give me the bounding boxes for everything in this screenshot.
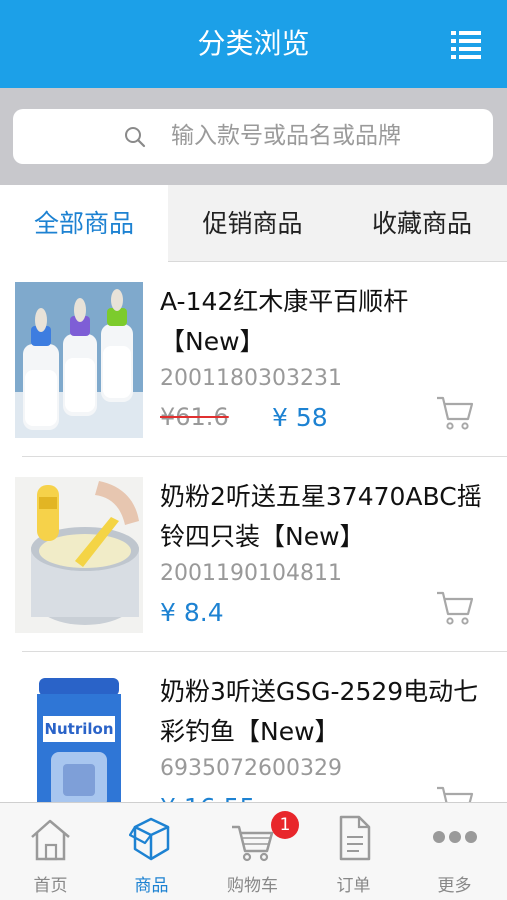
page-title: 分类浏览 — [197, 27, 310, 60]
add-to-cart-icon[interactable] — [435, 782, 475, 802]
product-name[interactable]: 奶粉3听送GSG-2529电动七彩钓鱼【New】 — [160, 672, 490, 752]
tabbar-label: 购物车 — [227, 876, 278, 896]
product-list[interactable]: A-142红木康平百顺杆【New】 2001180303231 ¥61.6 ¥ … — [0, 262, 507, 802]
bottom-tab-bar: 首页 商品 购物车 订单 更多 — [0, 802, 507, 900]
more-dots-icon — [433, 831, 477, 843]
tabbar-more[interactable]: 更多 — [404, 803, 505, 900]
box-icon — [129, 817, 170, 861]
document-icon — [339, 815, 371, 861]
product-image-baby-bottles[interactable] — [15, 282, 143, 438]
search-placeholder: 输入款号或品名或品牌 — [171, 123, 401, 149]
product-code: 2001180303231 — [160, 366, 342, 391]
add-to-cart-icon[interactable] — [435, 392, 475, 432]
tabbar-home[interactable]: 首页 — [0, 803, 101, 900]
sale-price: ¥ 58 — [272, 403, 328, 432]
tab-favorites[interactable]: 收藏商品 — [337, 185, 507, 262]
list-item[interactable]: Nutrilon 奶粉3听送GSG-2529电动七彩钓鱼【New】 693507… — [0, 652, 507, 802]
tabbar-products[interactable]: 商品 — [101, 803, 202, 900]
original-price: ¥61.6 — [160, 403, 229, 431]
add-to-cart-icon[interactable] — [435, 587, 475, 627]
tabbar-orders[interactable]: 订单 — [303, 803, 404, 900]
cart-count-badge: 1 — [271, 811, 299, 839]
product-code: 6935072600329 — [160, 756, 342, 781]
product-image-logo: Nutrilon — [44, 720, 114, 738]
nav-header: 分类浏览 — [0, 0, 507, 88]
cart-icon — [232, 825, 274, 862]
tabbar-label: 订单 — [336, 876, 371, 896]
product-name[interactable]: A-142红木康平百顺杆【New】 — [160, 282, 490, 362]
product-image-nutrilon-tin[interactable]: Nutrilon — [15, 672, 143, 802]
tabbar-label: 更多 — [437, 876, 472, 896]
tab-all-products[interactable]: 全部商品 — [0, 185, 168, 262]
list-menu-icon[interactable] — [451, 30, 481, 59]
search-bar-area: 输入款号或品名或品牌 — [0, 88, 507, 185]
tabbar-label: 商品 — [134, 876, 169, 896]
tab-promotions[interactable]: 促销商品 — [168, 185, 337, 262]
category-tabs: 全部商品 促销商品 收藏商品 — [0, 185, 507, 262]
sale-price: ¥ 8.4 — [160, 598, 224, 627]
list-item[interactable]: A-142红木康平百顺杆【New】 2001180303231 ¥61.6 ¥ … — [0, 262, 507, 457]
sale-price: ¥ 16.55 — [160, 793, 255, 802]
search-input[interactable]: 输入款号或品名或品牌 — [13, 109, 493, 164]
product-image-formula[interactable] — [15, 477, 143, 633]
list-item[interactable]: 奶粉2听送五星37470ABC摇铃四只装【New】 2001190104811 … — [0, 457, 507, 652]
product-name[interactable]: 奶粉2听送五星37470ABC摇铃四只装【New】 — [160, 477, 490, 557]
search-icon — [125, 127, 146, 148]
product-code: 2001190104811 — [160, 561, 342, 586]
tabbar-label: 首页 — [33, 876, 68, 896]
home-icon — [31, 819, 70, 861]
